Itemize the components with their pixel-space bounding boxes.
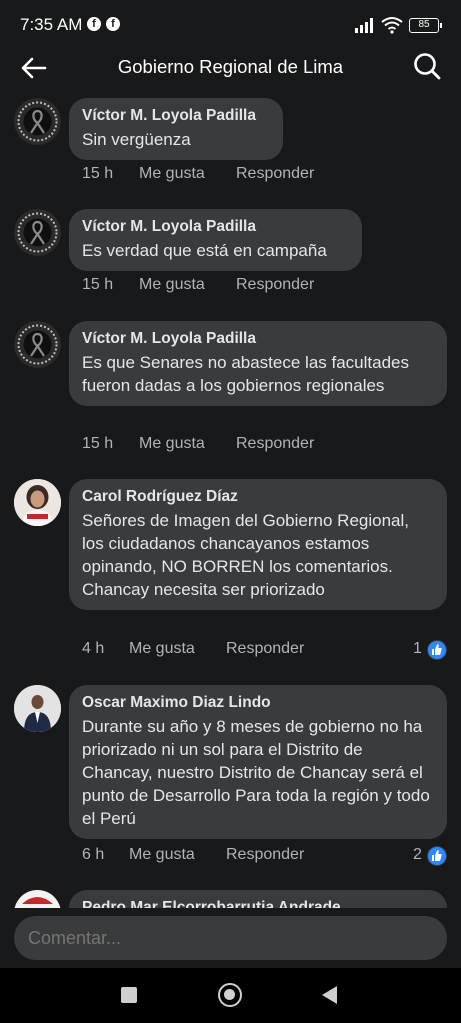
home-icon[interactable] bbox=[218, 983, 242, 1007]
person-avatar-icon bbox=[14, 890, 61, 908]
comment-bubble[interactable]: Carol Rodríguez Díaz Señores de Imagen d… bbox=[69, 479, 447, 610]
comment-item: Víctor M. Loyola Padilla Es verdad que e… bbox=[0, 209, 461, 319]
comment-composer bbox=[0, 908, 461, 968]
like-link[interactable]: Me gusta bbox=[139, 435, 205, 453]
comment-item: Pedro Mar Elcorrobarrutia Andrade bbox=[0, 890, 461, 908]
avatar[interactable] bbox=[14, 479, 61, 526]
comment-author[interactable]: Víctor M. Loyola Padilla bbox=[82, 106, 269, 126]
comment-bubble[interactable]: Víctor M. Loyola Padilla Es verdad que e… bbox=[69, 209, 362, 271]
wifi-icon bbox=[381, 17, 403, 34]
comment-bubble[interactable]: Oscar Maximo Diaz Lindo Durante su año y… bbox=[69, 685, 447, 839]
avatar[interactable] bbox=[14, 98, 61, 145]
reaction-count: 2 bbox=[413, 846, 422, 863]
battery-level: 85 bbox=[418, 19, 430, 30]
comment-time: 15 h bbox=[82, 276, 114, 293]
recent-apps-icon[interactable] bbox=[121, 987, 137, 1003]
avatar[interactable] bbox=[14, 209, 61, 256]
reply-link[interactable]: Responder bbox=[236, 276, 314, 294]
avatar[interactable] bbox=[14, 685, 61, 732]
mourning-ribbon-avatar-icon bbox=[14, 209, 61, 256]
comment-text: Durante su año y 8 meses de gobierno no … bbox=[82, 717, 430, 828]
thumbs-up-icon bbox=[427, 846, 447, 866]
comment-author[interactable]: Pedro Mar Elcorrobarrutia Andrade bbox=[82, 898, 433, 908]
mourning-ribbon-avatar-icon bbox=[14, 98, 61, 145]
comment-author[interactable]: Carol Rodríguez Díaz bbox=[82, 487, 433, 507]
person-avatar-icon bbox=[14, 685, 61, 732]
thumbs-up-icon bbox=[427, 640, 447, 660]
comment-actions: 15 h Me gusta Responder bbox=[82, 276, 382, 298]
reaction-summary[interactable]: 2 bbox=[413, 846, 447, 868]
battery-icon: 85 bbox=[409, 18, 442, 33]
comment-bubble[interactable]: Pedro Mar Elcorrobarrutia Andrade bbox=[69, 890, 447, 908]
comment-item: Oscar Maximo Diaz Lindo Durante su año y… bbox=[0, 685, 461, 885]
comment-actions: 15 h Me gusta Responder bbox=[82, 165, 382, 187]
reply-link[interactable]: Responder bbox=[226, 640, 304, 658]
page-title: Gobierno Regional de Lima bbox=[117, 56, 344, 77]
reaction-summary[interactable]: 1 bbox=[413, 640, 447, 662]
app-header: Gobierno Regional de Lima bbox=[0, 50, 461, 90]
comment-text: Es verdad que está en campaña bbox=[82, 241, 327, 260]
comment-item: Víctor M. Loyola Padilla Sin vergüenza 1… bbox=[0, 98, 461, 208]
like-link[interactable]: Me gusta bbox=[139, 165, 205, 183]
comment-bubble[interactable]: Víctor M. Loyola Padilla Es que Senares … bbox=[69, 321, 447, 406]
signal-icon bbox=[355, 18, 373, 33]
status-bar: 7:35 AM f f 85 bbox=[0, 0, 461, 50]
facebook-icon: f bbox=[87, 17, 101, 31]
comment-time: 15 h bbox=[82, 165, 114, 182]
comment-time: 15 h bbox=[82, 435, 114, 452]
comment-input[interactable] bbox=[14, 916, 447, 960]
comment-item: Víctor M. Loyola Padilla Es que Senares … bbox=[0, 321, 461, 481]
comment-text: Señores de Imagen del Gobierno Regional,… bbox=[82, 511, 409, 599]
comment-actions: 15 h Me gusta Responder bbox=[82, 435, 382, 457]
reply-link[interactable]: Responder bbox=[236, 435, 314, 453]
avatar[interactable] bbox=[14, 321, 61, 368]
facebook-icon: f bbox=[106, 17, 120, 31]
comment-time: 4 h bbox=[82, 640, 105, 657]
comment-text: Es que Senares no abastece las facultade… bbox=[82, 353, 409, 395]
back-triangle-icon[interactable] bbox=[322, 986, 337, 1004]
system-nav-bar bbox=[0, 968, 461, 1023]
comments-feed[interactable]: Víctor M. Loyola Padilla Sin vergüenza 1… bbox=[0, 90, 461, 908]
like-link[interactable]: Me gusta bbox=[129, 640, 195, 658]
comment-author[interactable]: Víctor M. Loyola Padilla bbox=[82, 217, 348, 237]
reply-link[interactable]: Responder bbox=[236, 165, 314, 183]
reaction-count: 1 bbox=[413, 640, 422, 657]
mourning-ribbon-avatar-icon bbox=[14, 321, 61, 368]
comment-actions: 4 h Me gusta Responder bbox=[82, 640, 382, 662]
comment-item: Carol Rodríguez Díaz Señores de Imagen d… bbox=[0, 479, 461, 679]
comment-bubble[interactable]: Víctor M. Loyola Padilla Sin vergüenza bbox=[69, 98, 283, 160]
search-icon[interactable] bbox=[411, 50, 443, 82]
like-link[interactable]: Me gusta bbox=[139, 276, 205, 294]
comment-time: 6 h bbox=[82, 846, 105, 863]
person-avatar-icon bbox=[14, 479, 61, 526]
reply-link[interactable]: Responder bbox=[226, 846, 304, 864]
comment-author[interactable]: Oscar Maximo Diaz Lindo bbox=[82, 693, 433, 713]
comment-actions: 6 h Me gusta Responder bbox=[82, 846, 382, 868]
avatar[interactable] bbox=[14, 890, 61, 908]
comment-text: Sin vergüenza bbox=[82, 130, 191, 149]
like-link[interactable]: Me gusta bbox=[129, 846, 195, 864]
status-time: 7:35 AM bbox=[20, 15, 83, 34]
comment-author[interactable]: Víctor M. Loyola Padilla bbox=[82, 329, 433, 349]
